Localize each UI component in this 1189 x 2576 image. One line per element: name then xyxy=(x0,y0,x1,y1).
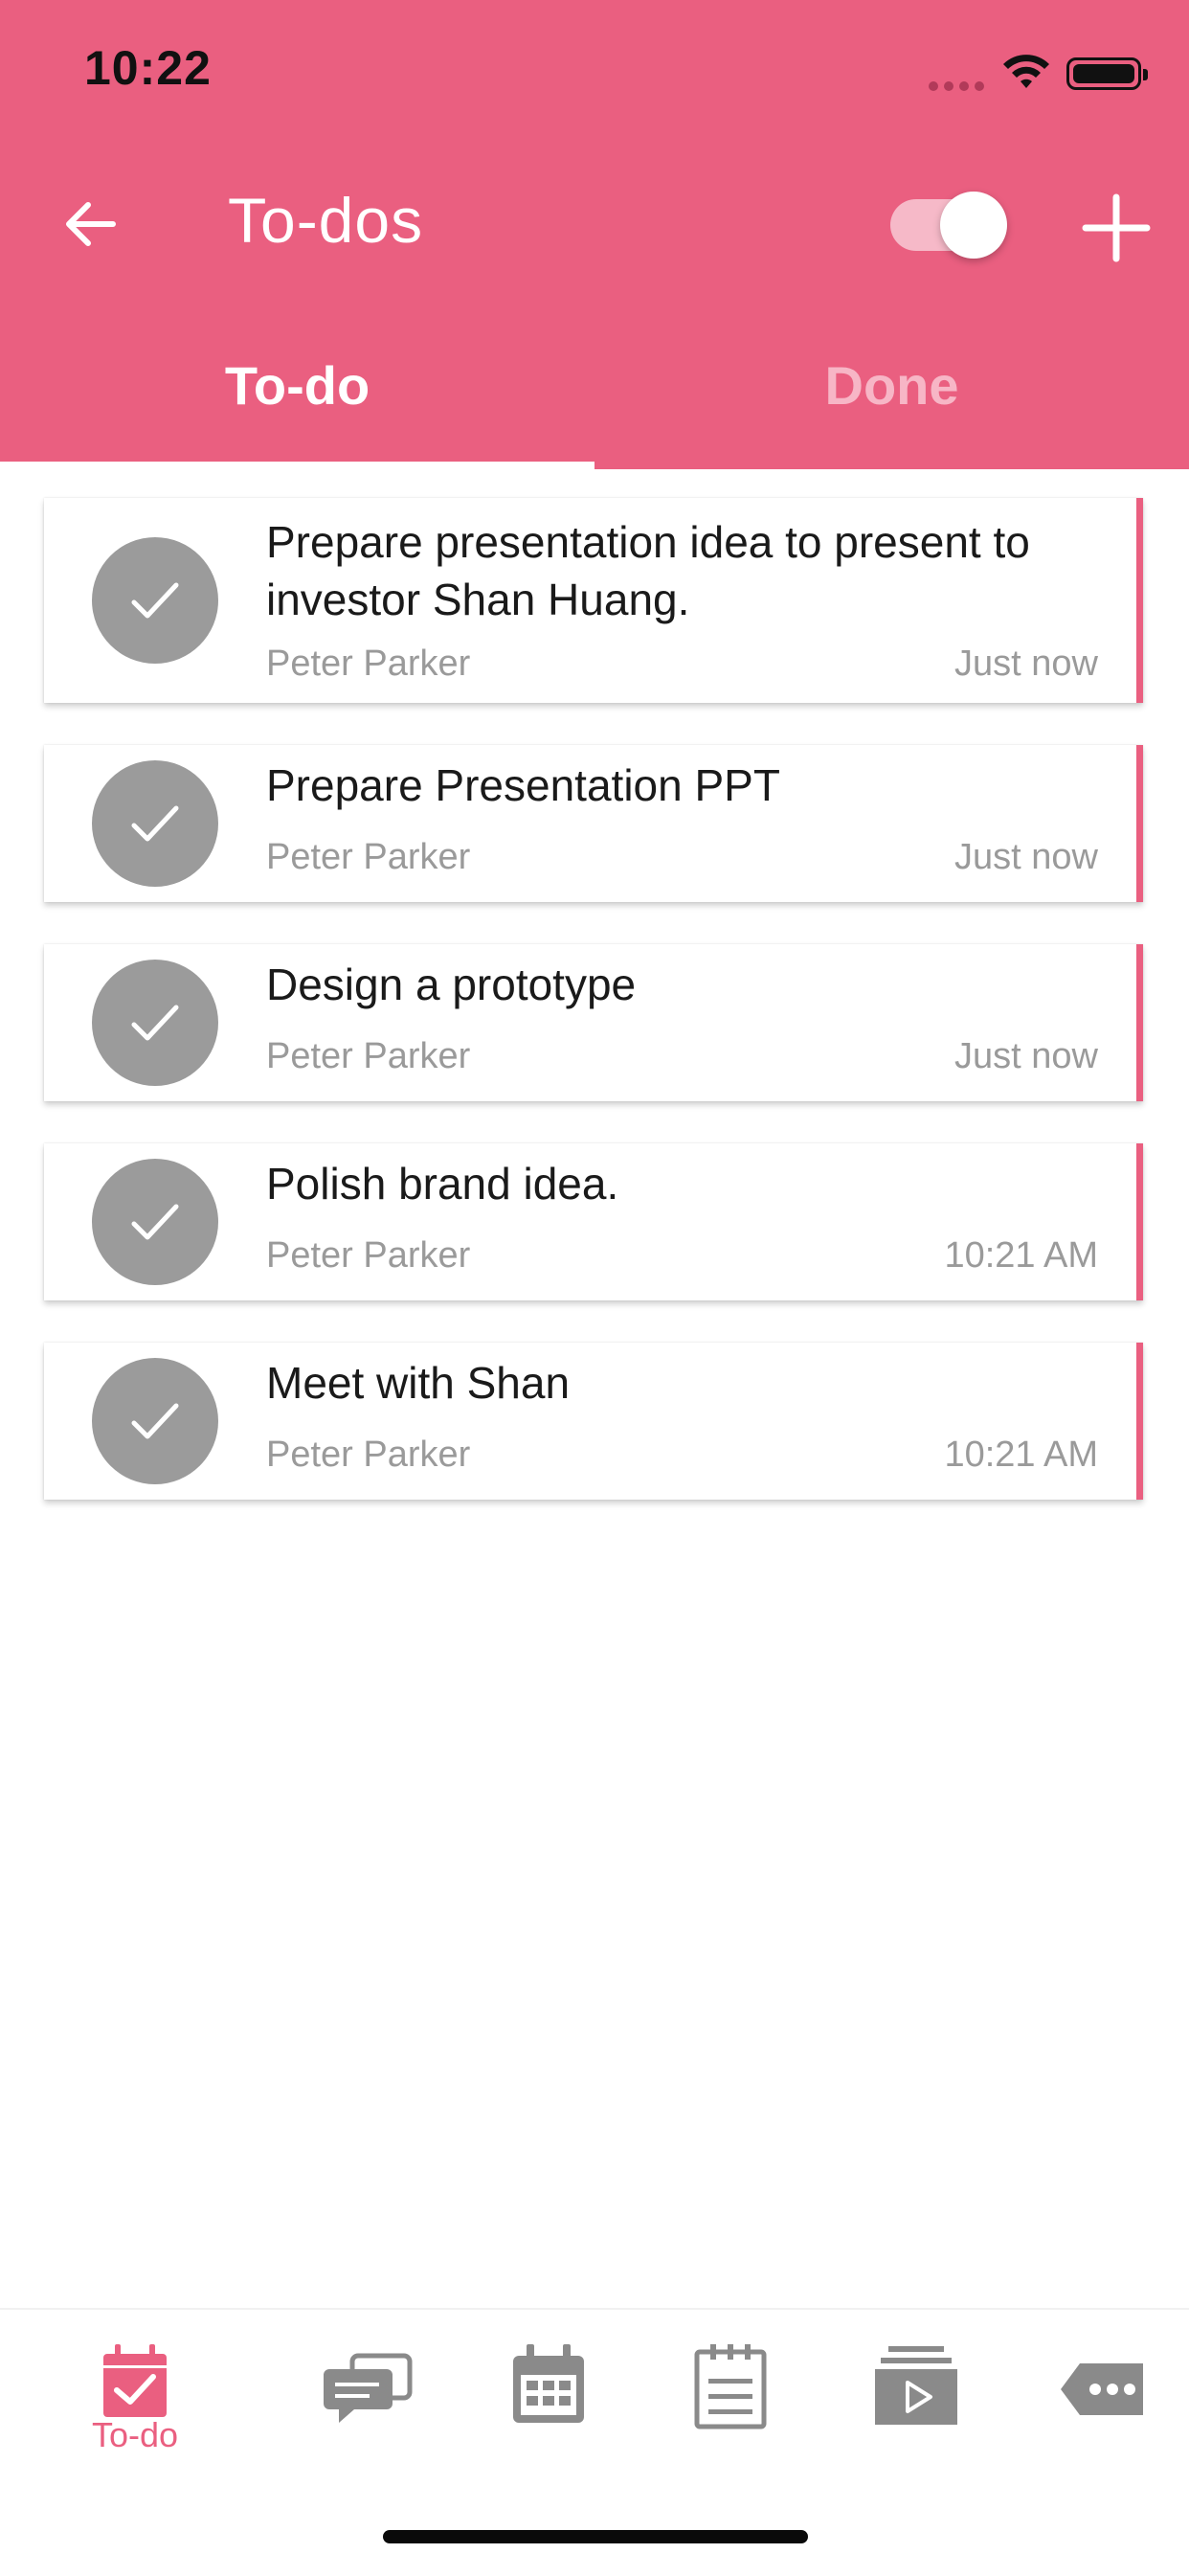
view-toggle[interactable] xyxy=(890,192,1007,259)
todo-time: Just now xyxy=(954,837,1098,877)
complete-toggle[interactable] xyxy=(92,1358,218,1484)
complete-toggle[interactable] xyxy=(92,537,218,664)
todo-title: Design a prototype xyxy=(266,960,637,1009)
todo-time: 10:21 AM xyxy=(944,1235,1098,1276)
checkmark-icon xyxy=(131,1204,179,1240)
todo-card[interactable]: Prepare Presentation PPT Peter Parker Ju… xyxy=(44,745,1143,902)
todo-card[interactable]: Design a prototype Peter Parker Just now xyxy=(44,944,1143,1101)
todo-title: Meet with Shan xyxy=(266,1358,571,1408)
notepad-icon[interactable] xyxy=(678,2337,783,2442)
calendar-grid-icon[interactable] xyxy=(496,2337,601,2442)
todo-title: Polish brand idea. xyxy=(266,1159,619,1209)
complete-toggle[interactable] xyxy=(92,760,218,887)
tab-done[interactable]: Done xyxy=(594,354,1189,417)
chat-bubbles-icon[interactable] xyxy=(316,2337,421,2442)
checkmark-icon xyxy=(131,1005,179,1041)
todo-owner: Peter Parker xyxy=(266,1435,471,1475)
wifi-icon xyxy=(1003,55,1049,88)
checkmark-icon xyxy=(131,1403,179,1439)
todo-card[interactable]: Prepare presentation idea to present to … xyxy=(44,498,1143,703)
tab-indicator xyxy=(0,462,594,469)
todo-time: Just now xyxy=(954,644,1098,684)
todo-time: 10:21 AM xyxy=(944,1435,1098,1475)
page-title: To-dos xyxy=(228,185,424,256)
complete-toggle[interactable] xyxy=(92,960,218,1086)
nav-label-to-do: To-do xyxy=(91,2415,179,2454)
complete-toggle[interactable] xyxy=(92,1159,218,1285)
battery-icon xyxy=(1066,57,1148,90)
todo-time: Just now xyxy=(954,1036,1098,1076)
add-icon[interactable] xyxy=(1080,192,1153,264)
todo-card[interactable]: Polish brand idea. Peter Parker 10:21 AM xyxy=(44,1143,1143,1300)
video-stack-icon[interactable] xyxy=(864,2337,969,2442)
back-arrow-icon[interactable] xyxy=(57,192,123,257)
toggle-knob xyxy=(940,192,1007,259)
checkmark-icon xyxy=(131,805,179,842)
checkmark-icon xyxy=(131,582,179,619)
signal-icon xyxy=(929,79,990,96)
todo-owner: Peter Parker xyxy=(266,1036,471,1076)
todo-owner: Peter Parker xyxy=(266,1235,471,1276)
todo-card[interactable]: Meet with Shan Peter Parker 10:21 AM xyxy=(44,1343,1143,1500)
todo-owner: Peter Parker xyxy=(266,644,471,684)
todo-title: Prepare Presentation PPT xyxy=(266,760,780,810)
todo-title: Prepare presentation idea to present to … xyxy=(266,517,1030,624)
tab-to-do[interactable]: To-do xyxy=(0,354,594,417)
home-indicator xyxy=(383,2530,808,2543)
app-header: 10:22 To-dos To-do Done xyxy=(0,0,1189,469)
more-tag-icon[interactable] xyxy=(1051,2337,1156,2442)
status-time: 10:22 xyxy=(84,41,212,95)
todo-owner: Peter Parker xyxy=(266,837,471,877)
